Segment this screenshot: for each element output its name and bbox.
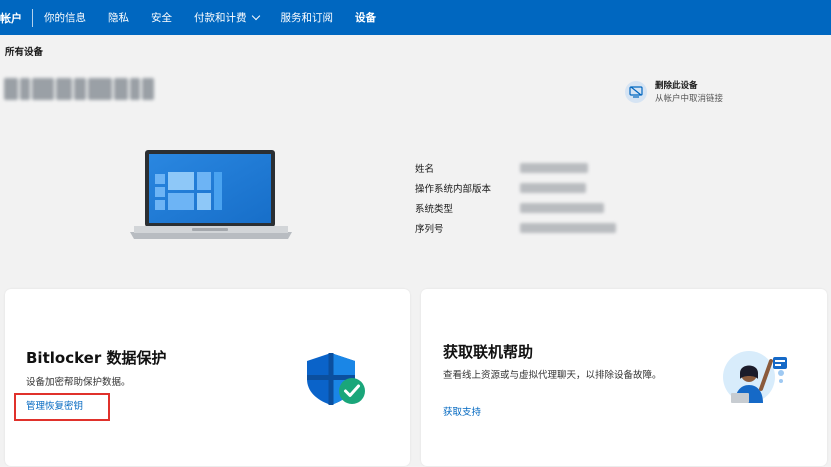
online-help-description: 查看线上资源或与虚拟代理聊天，以排除设备故障。 [443, 370, 662, 381]
support-agent-illustration [721, 347, 801, 411]
chevron-down-icon [251, 11, 260, 20]
spec-row-os-build: 操作系统内部版本 [415, 178, 616, 198]
spec-value-redacted [520, 223, 616, 233]
online-help-title: 获取联机帮助 [443, 343, 534, 361]
nav-item-security[interactable]: 安全 [151, 10, 172, 25]
spec-value-redacted [520, 203, 604, 213]
spec-value-redacted [520, 163, 588, 173]
nav-item-payment-billing-label: 付款和计费 [194, 12, 247, 24]
shield-check-icon [305, 351, 369, 411]
highlight-annotation-box [14, 393, 110, 421]
bitlocker-title: Bitlocker 数据保护 [26, 349, 167, 367]
spec-row-system-type: 系统类型 [415, 198, 616, 218]
bitlocker-description: 设备加密帮助保护数据。 [26, 377, 131, 388]
bitlocker-card: Bitlocker 数据保护 设备加密帮助保护数据。 管理恢复密钥 [5, 289, 410, 466]
nav-item-services-subscriptions[interactable]: 服务和订阅 [281, 10, 334, 25]
spec-row-name: 姓名 [415, 158, 616, 178]
device-name-redacted [4, 78, 154, 100]
nav-item-devices[interactable]: 设备 [355, 10, 376, 25]
laptop-illustration [130, 150, 292, 246]
page-title: 所有设备 [5, 47, 44, 58]
nav-brand-account[interactable]: 帐户 [0, 10, 32, 26]
top-navigation: 帐户 你的信息 隐私 安全 付款和计费 服务和订阅 设备 [0, 0, 831, 35]
nav-item-privacy[interactable]: 隐私 [108, 10, 129, 25]
device-specs: 姓名 操作系统内部版本 系统类型 序列号 [415, 158, 616, 238]
remove-device-subtitle: 从帐户中取消链接 [655, 94, 724, 104]
remove-device-title: 删除此设备 [655, 81, 698, 91]
spec-row-serial-number: 序列号 [415, 218, 616, 238]
nav-separator [32, 8, 33, 27]
spec-value-redacted [520, 183, 586, 193]
online-help-card: 获取联机帮助 查看线上资源或与虚拟代理聊天，以排除设备故障。 获取支持 [421, 289, 827, 466]
nav-item-payment-billing[interactable]: 付款和计费 [194, 10, 260, 25]
spec-label-name: 姓名 [415, 164, 435, 175]
spec-label-serial-number: 序列号 [415, 224, 444, 235]
nav-item-your-info[interactable]: 你的信息 [44, 10, 86, 25]
get-support-link[interactable]: 获取支持 [443, 404, 481, 418]
spec-label-system-type: 系统类型 [415, 204, 454, 215]
remove-device-button[interactable]: 删除此设备 从帐户中取消链接 [625, 79, 723, 104]
spec-label-os-build: 操作系统内部版本 [415, 184, 492, 195]
unlink-device-icon [625, 80, 647, 103]
